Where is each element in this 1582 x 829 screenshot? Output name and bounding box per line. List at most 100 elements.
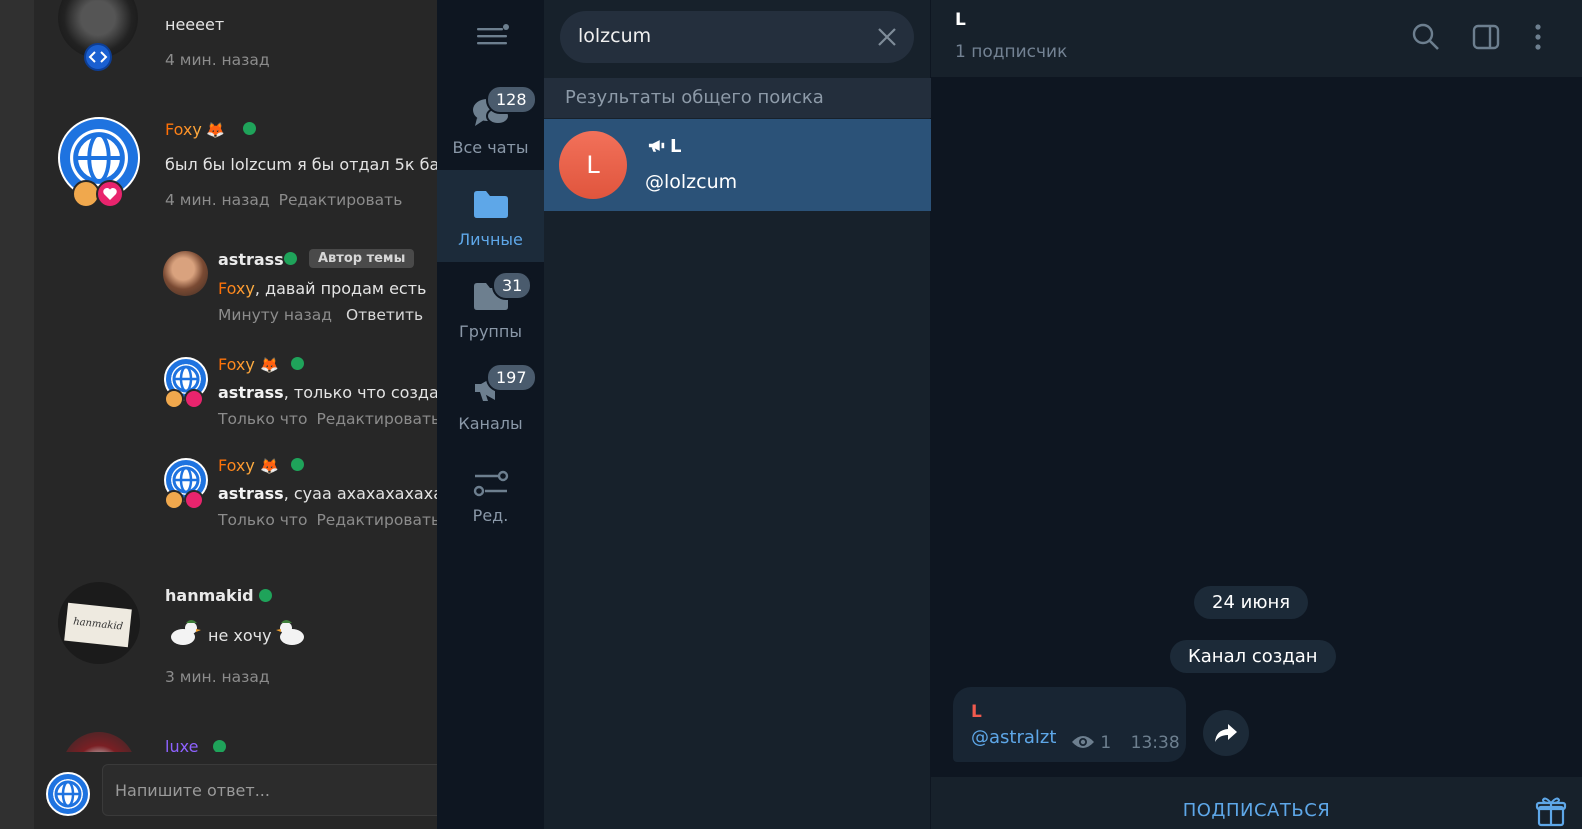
service-message: Канал создан	[1170, 640, 1336, 673]
sliders-icon	[473, 470, 509, 497]
heart-badge-icon	[184, 389, 204, 409]
author-tag: Автор темы	[309, 249, 415, 268]
heart-badge-icon	[96, 180, 124, 208]
subscribe-button[interactable]: ПОДПИСАТЬСЯ	[931, 800, 1582, 821]
folder-label: Группы	[459, 322, 522, 341]
more-icon[interactable]	[1523, 22, 1553, 52]
fox-emoji: 🦊	[206, 121, 225, 139]
post-text: не хочу	[208, 626, 272, 645]
message-sender[interactable]: L	[971, 702, 982, 722]
comment-author[interactable]: astrass	[218, 250, 284, 269]
folder-label: Все чаты	[452, 138, 529, 157]
channel-avatar: L	[559, 131, 627, 199]
edit-link[interactable]: Редактировать	[316, 410, 437, 428]
folder-personal[interactable]: Личные	[437, 170, 544, 262]
fox-emoji: 🦊	[260, 457, 279, 475]
edit-link[interactable]: Редактировать	[316, 511, 437, 529]
folder-label: Каналы	[458, 414, 523, 433]
forum-edge	[0, 0, 34, 829]
online-dot	[291, 357, 304, 370]
post-time: 3 мин. назад	[165, 668, 270, 686]
comment-text: astrass, только что создал?	[218, 383, 437, 402]
my-avatar[interactable]	[46, 772, 90, 816]
online-dot	[259, 589, 272, 602]
online-dot	[284, 252, 297, 265]
section-header: Результаты общего поиска	[544, 78, 931, 118]
search-input[interactable]: lolzcum	[560, 11, 914, 63]
post-text: был бы lolzcum я бы отдал 5к баксов	[165, 155, 437, 174]
result-username: @lolzcum	[645, 171, 738, 193]
search-query: lolzcum	[578, 25, 652, 47]
message-link[interactable]: @astralzt	[971, 727, 1056, 748]
folder-label: Ред.	[472, 506, 509, 525]
folder-icon	[474, 191, 508, 218]
chat-header[interactable]: L 1 подписчик	[931, 0, 1582, 77]
chat-subtitle: 1 подписчик	[955, 42, 1068, 62]
folder-edit[interactable]: Ред.	[437, 446, 544, 538]
online-dot	[243, 122, 256, 135]
chat-pane: L 1 подписчик 24 июня Канал создан L @as…	[931, 0, 1582, 829]
folder-all-chats[interactable]: 128 Все чаты	[437, 78, 544, 170]
unread-count: 197	[486, 363, 537, 392]
avatar-astrass[interactable]	[163, 251, 208, 296]
message-bubble[interactable]: L @astralzt 1 13:38	[953, 687, 1186, 762]
edit-link[interactable]: Редактировать	[279, 191, 403, 209]
folder-rail: 128 Все чаты Личные 31 Группы 197 Каналы…	[437, 0, 544, 829]
post-time: 4 мин. назад	[165, 51, 270, 69]
heart-badge-icon	[164, 389, 184, 409]
search-result-item[interactable]: L L @lolzcum	[544, 119, 931, 211]
mention[interactable]: Foxy	[218, 279, 255, 298]
avatar-sign: hanmakid	[64, 602, 132, 648]
forward-button[interactable]	[1203, 710, 1249, 756]
comment-body: , только что создал?	[283, 383, 437, 402]
heart-badge-icon	[164, 490, 184, 510]
online-dot	[291, 458, 304, 471]
result-name-text: L	[670, 136, 682, 157]
folder-label: Личные	[458, 230, 523, 249]
folder-channels[interactable]: 197 Каналы	[437, 354, 544, 446]
comment-body: , давай продам есть	[254, 279, 427, 298]
post-text: неееет	[165, 15, 225, 34]
sidebar-toggle-icon[interactable]	[1471, 22, 1501, 52]
folder-groups[interactable]: 31 Группы	[437, 262, 544, 354]
view-count: 1	[1100, 733, 1112, 753]
fox-emoji: 🦊	[260, 356, 279, 374]
comment-meta: Только что Редактировать	[218, 410, 437, 428]
message-time: 13:38	[1130, 733, 1180, 753]
duck-sticker-icon	[276, 617, 310, 649]
comment-meta: Минуту назад Ответить	[218, 306, 423, 324]
share-arrow-icon	[1215, 724, 1237, 742]
chat-list: lolzcum Результаты общего поиска L L @lo…	[544, 0, 931, 829]
post-time: 4 мин. назад	[165, 191, 270, 209]
comment-meta: Только что Редактировать	[218, 511, 437, 529]
menu-icon[interactable]	[475, 22, 511, 50]
forum-panel: неееет 4 мин. назад Foxy 🦊 был бы lolzcu…	[0, 0, 437, 829]
megaphone-icon	[648, 140, 665, 152]
gift-icon[interactable]	[1535, 795, 1567, 827]
unread-count: 128	[486, 85, 537, 114]
result-title: L	[648, 136, 681, 157]
comment-time: Только что	[218, 511, 308, 529]
search-icon[interactable]	[1411, 22, 1441, 52]
globe-icon	[54, 780, 82, 808]
unread-count: 31	[492, 271, 533, 300]
avatar-hanmakid[interactable]: hanmakid	[58, 582, 140, 664]
code-badge-icon	[84, 43, 112, 71]
comment-author[interactable]: Foxy	[218, 456, 255, 475]
eye-icon	[1072, 736, 1094, 748]
message-info: 1 13:38	[1071, 733, 1180, 753]
date-pill: 24 июня	[1194, 586, 1309, 619]
post-author[interactable]: Foxy	[165, 120, 202, 139]
mention[interactable]: astrass	[218, 484, 284, 503]
chat-title[interactable]: L	[955, 10, 966, 30]
comment-author[interactable]: Foxy	[218, 355, 255, 374]
comment-text: Foxy, давай продам есть	[218, 279, 426, 298]
reply-link[interactable]: Ответить	[346, 306, 423, 324]
screen: неееет 4 мин. назад Foxy 🦊 был бы lolzcu…	[0, 0, 1582, 829]
reply-input[interactable]: Напишите ответ...	[102, 764, 437, 816]
post-author[interactable]: hanmakid	[165, 586, 254, 605]
close-icon[interactable]	[874, 24, 900, 50]
mention[interactable]: astrass	[218, 383, 284, 402]
heart-badge-icon	[184, 490, 204, 510]
duck-sticker-icon	[167, 617, 201, 649]
